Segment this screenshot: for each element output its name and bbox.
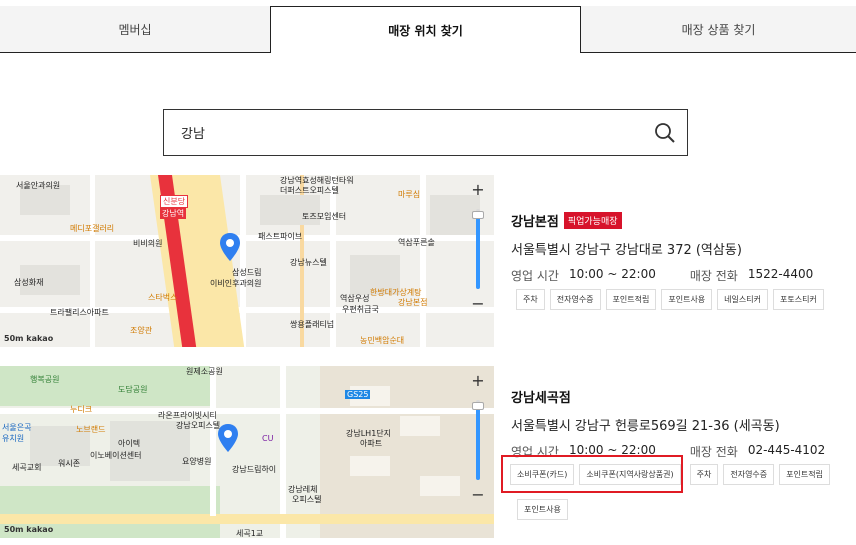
store-search-box <box>163 109 688 156</box>
store-name[interactable]: 강남본점 <box>511 211 559 230</box>
map-label: 우편취급국 <box>342 305 379 314</box>
map-label: 원제소공원 <box>186 367 223 376</box>
map-marker-icon[interactable] <box>218 424 238 452</box>
map-label: 강남드림하이 <box>232 465 277 474</box>
map-label: 누디크 <box>70 405 93 414</box>
map-label: 신분당 <box>160 195 189 208</box>
map-scale: 50m kakao <box>4 525 54 534</box>
tag: 주차 <box>516 289 545 310</box>
map-label: 아이텍 <box>118 439 141 448</box>
map-label: 역삼우성 <box>340 294 370 303</box>
map-marker-icon[interactable] <box>220 233 240 261</box>
map-label: 아파트 <box>360 439 383 448</box>
phone-value: 1522-4400 <box>747 267 814 281</box>
map-label: 강남본점 <box>398 298 428 307</box>
zoom-out-button[interactable]: − <box>468 484 488 504</box>
map-label: 한방대가상계탕 <box>370 288 422 297</box>
map-label: 강남뉴스텔 <box>290 258 327 267</box>
zoom-slider-handle[interactable] <box>472 402 484 410</box>
zoom-in-button[interactable]: + <box>468 179 488 199</box>
tag: 네일스티커 <box>717 289 768 310</box>
hours-label: 영업 시간 <box>511 269 559 283</box>
tag: 전자영수증 <box>723 464 775 485</box>
tab-membership[interactable]: 멤버십 <box>0 6 270 53</box>
map-label: 농민백암순대 <box>360 336 405 345</box>
map-label: CU <box>262 434 274 443</box>
highlight-box <box>501 455 683 493</box>
zoom-slider-handle[interactable] <box>472 211 484 219</box>
store-meta: 영업 시간 10:00 ~ 22:00 매장 전화 1522-4400 <box>511 267 851 284</box>
tag: 전자영수증 <box>549 289 601 310</box>
store-map-gangnam[interactable]: 서울안과의원 메디포갤러리 비비의원 삼성화재 트라팰리스아파트 스타벅스 조양… <box>0 175 494 347</box>
map-label: GS25 <box>345 390 371 399</box>
tag: 포인트사용 <box>661 289 713 310</box>
phone-label: 매장 전화 <box>689 445 738 459</box>
map-label: 도담공원 <box>118 385 148 394</box>
map-label: 더퍼스트오피스텔 <box>280 186 339 195</box>
tag: 포인트적립 <box>779 464 830 485</box>
map-label: 오피스텔 <box>292 495 322 504</box>
store-map-segok[interactable]: 행복공원 도담공원 누디크 서울은곡유치원 노브랜드 아이텍 이노베이션센터 워… <box>0 366 494 538</box>
map-label: 메디포갤러리 <box>70 224 115 233</box>
store-tags-row2: 포인트사용 <box>517 499 568 520</box>
map-scale: 50m kakao <box>4 334 54 343</box>
tag: 포인트적립 <box>605 289 657 310</box>
map-label: 행복공원 <box>30 375 60 384</box>
zoom-out-button[interactable]: − <box>468 293 488 313</box>
tag: 주차 <box>689 464 719 485</box>
zoom-slider[interactable] <box>472 400 484 480</box>
map-label: 세곡1교 <box>236 529 264 538</box>
map-label: 서울안과의원 <box>16 181 61 190</box>
store-tags: 주차 전자영수증 포인트적립 포인트사용 네일스티커 포토스티커 <box>516 289 824 310</box>
map-label: 워시존 <box>58 459 81 468</box>
map-label: 노브랜드 <box>76 425 106 434</box>
map-zoom-control: + − <box>468 370 488 530</box>
tab-bar: 멤버십 매장 위치 찾기 매장 상품 찾기 <box>0 6 856 53</box>
map-label: 역삼푸른솔 <box>398 238 435 247</box>
map-label: 조양관 <box>130 326 153 335</box>
map-label: 쌍용플래티넘 <box>290 320 335 329</box>
tab-store-locator[interactable]: 매장 위치 찾기 <box>270 6 581 53</box>
map-label: 세곡교회 <box>12 463 42 472</box>
map-label: 비비의원 <box>133 239 163 248</box>
phone-value: 02-445-4102 <box>747 443 826 457</box>
map-label: 마루심 <box>398 190 421 199</box>
map-zoom-control: + − <box>468 179 488 339</box>
map-label: 삼성화재 <box>14 278 44 287</box>
store-card-gangnam: 강남본점 픽업가능매장 서울특별시 강남구 강남대로 372 (역삼동) 영업 … <box>511 210 851 284</box>
map-label: 패스트파이브 <box>258 232 303 241</box>
map-label: 삼성드림 <box>232 268 262 277</box>
zoom-slider[interactable] <box>472 209 484 289</box>
store-address: 서울특별시 강남구 헌릉로569길 21-36 (세곡동) <box>511 419 780 434</box>
tag: 포인트사용 <box>517 499 568 520</box>
store-card-segok: 강남세곡점 서울특별시 강남구 헌릉로569길 21-36 (세곡동) 영업 시… <box>511 386 851 460</box>
map-label: 강남오피스텔 <box>176 421 221 430</box>
map-label: 토즈모임센터 <box>302 212 347 221</box>
phone-label: 매장 전화 <box>689 269 738 283</box>
map-label: 이노베이션센터 <box>90 451 142 460</box>
search-input[interactable] <box>164 110 643 155</box>
zoom-in-button[interactable]: + <box>468 370 488 390</box>
tag: 포토스티커 <box>772 289 824 310</box>
tab-store-products[interactable]: 매장 상품 찾기 <box>581 6 856 53</box>
map-label: 이비인후과의원 <box>210 279 262 288</box>
map-label: 스타벅스 <box>148 293 178 302</box>
search-icon[interactable] <box>643 111 687 155</box>
map-label: 요양병원 <box>182 457 212 466</box>
map-label: 강남역 <box>160 208 187 219</box>
map-label: 트라팰리스아파트 <box>50 308 109 317</box>
store-name[interactable]: 강남세곡점 <box>511 387 571 406</box>
map-label: 서울은곡유치원 <box>2 423 32 443</box>
pickup-badge: 픽업가능매장 <box>563 211 622 229</box>
store-address: 서울특별시 강남구 강남대로 372 (역삼동) <box>511 243 742 258</box>
hours-value: 10:00 ~ 22:00 <box>568 267 656 281</box>
